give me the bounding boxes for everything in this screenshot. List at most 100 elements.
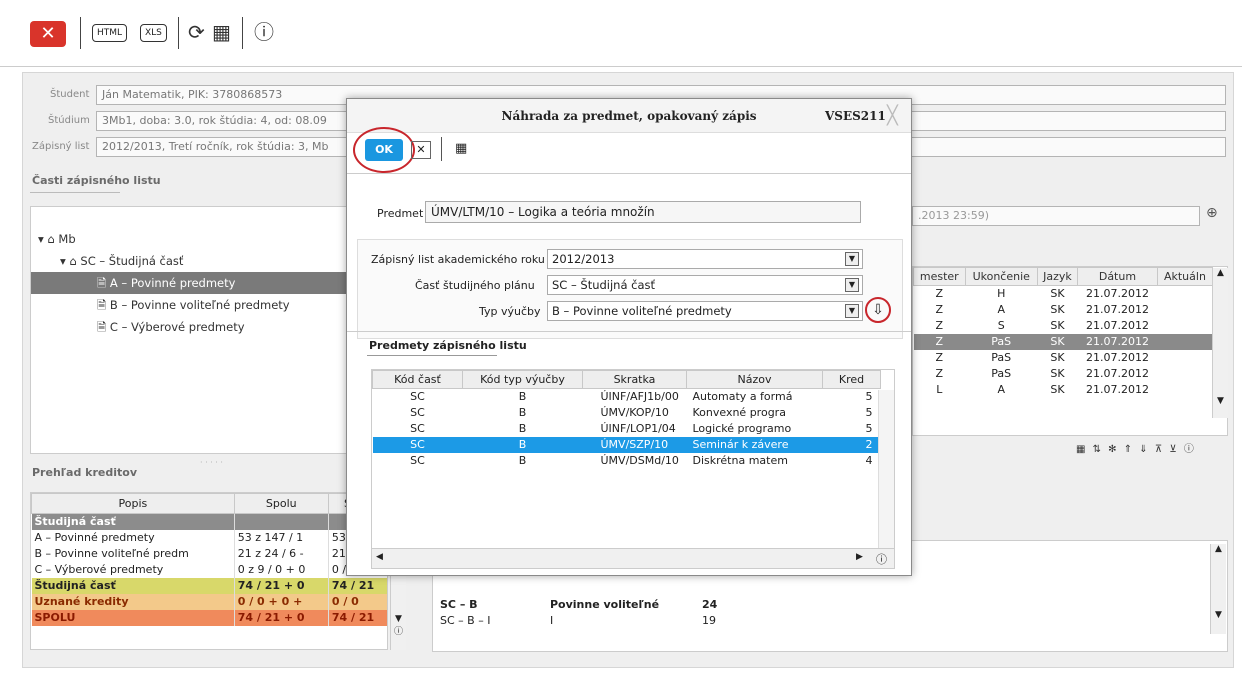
table-cell: Študijná časť: [31, 577, 235, 594]
table-cell: SK: [1050, 383, 1065, 396]
typ-select[interactable]: B – Povinne voliteľné predmety: [547, 301, 863, 321]
divider: [367, 355, 497, 356]
credits-title: Prehľad kreditov: [32, 466, 138, 479]
info-icon[interactable]: ⓘ: [391, 624, 406, 637]
table-row[interactable]: Z PaS SK 21.07.2012: [913, 333, 1213, 350]
toolbar-separator: [441, 137, 442, 161]
expand-icon: ▾ ⌂: [38, 232, 59, 246]
arrow-up-icon[interactable]: ▲: [1213, 268, 1228, 278]
table-cell: Z: [935, 351, 944, 364]
grid-column-header[interactable]: Ukončenie: [964, 267, 1038, 286]
col-kredity[interactable]: Kred: [822, 370, 881, 389]
table-cell: 74 / 21 + 0: [234, 609, 329, 626]
tree-item-sc[interactable]: ▾ ⌂ SC – Študijná časť: [60, 250, 183, 272]
export-html-icon[interactable]: HTML: [92, 24, 128, 42]
chevron-down-icon[interactable]: ▼: [845, 304, 859, 318]
table-row[interactable]: Z A SK 21.07.2012: [914, 302, 1213, 318]
info-icon[interactable]: ⓘ: [254, 20, 274, 44]
col-skratka[interactable]: Skratka: [582, 370, 687, 389]
info-icon[interactable]: ⓘ: [876, 551, 887, 567]
table-cell: SK: [1050, 303, 1065, 316]
table-row[interactable]: A – Povinné predmety53 z 147 / 153 / 1: [31, 529, 387, 546]
arrow-down-icon[interactable]: ▼: [1213, 396, 1228, 406]
table-row[interactable]: B – Povinne voliteľné predm 21 z 24 / 6 -…: [31, 545, 387, 562]
table-row[interactable]: SC B ÚMV/SZP/10 Seminár k závere 2: [372, 436, 881, 453]
rok-select[interactable]: 2012/2013: [547, 249, 863, 269]
export-xls-icon[interactable]: XLS: [140, 24, 167, 42]
table-row[interactable]: SC – B Povinne voliteľné 24: [440, 598, 1190, 614]
table-cell: B: [518, 422, 527, 435]
table-row[interactable]: SC B ÚINF/LOP1/04 Logické programo 5: [373, 421, 881, 437]
grid-icon[interactable]: ▦: [455, 141, 467, 156]
table-cell: 0 z 9 / 0 + 0: [234, 561, 329, 578]
table-row[interactable]: Z S SK 21.07.2012: [914, 318, 1213, 334]
toolbar-separator: [242, 17, 243, 49]
table-row[interactable]: Študijná časť: [31, 513, 387, 530]
arrow-right-icon[interactable]: ▶: [856, 552, 863, 562]
scrollbar[interactable]: ▲ ▼: [1212, 268, 1228, 418]
table-row[interactable]: Z PaS SK 21.07.2012: [914, 366, 1213, 382]
close-icon[interactable]: ✕: [30, 21, 66, 47]
scrollbar[interactable]: [878, 390, 894, 548]
bottom-rows: SC – B Povinne voliteľné 24 SC – B – I I 19: [440, 598, 1190, 630]
table-cell: SK: [1037, 333, 1078, 350]
arrow-down-icon[interactable]: ▼: [1211, 610, 1226, 620]
col-nazov[interactable]: Názov: [686, 370, 823, 389]
table-row[interactable]: SC B ÚINF/AFJ1b/00 Automaty a formá 5: [373, 389, 881, 405]
document-icon: 🗎: [97, 320, 110, 334]
col-kod-typ[interactable]: Kód typ výučby: [462, 370, 583, 389]
col-spolu[interactable]: Spolu: [233, 493, 329, 514]
grid-column-header[interactable]: mester: [913, 267, 966, 286]
table-row[interactable]: Z PaS SK 21.07.2012: [914, 350, 1213, 366]
table-row[interactable]: SC – B – I I 19: [440, 614, 1190, 630]
tree-item-b[interactable]: 🗎 B – Povinne voliteľné predmety: [97, 294, 290, 316]
table-cell: B: [518, 390, 527, 404]
grid-icon[interactable]: ▦: [212, 20, 231, 44]
table-row[interactable]: Študijná časť 74 / 21 + 0 74 / 21: [31, 577, 387, 594]
table-cell: PaS: [965, 333, 1038, 350]
toolbar-separator: [178, 17, 179, 49]
arrow-left-icon[interactable]: ◀: [376, 552, 383, 562]
right-grid-panel: mester Ukončenie Jazyk Dátum Aktuáln Z H SK 21.…: [912, 266, 1228, 436]
tree-item-mb[interactable]: ▾ ⌂ Mb: [38, 228, 76, 250]
grid-column-header[interactable]: Aktuáln: [1156, 267, 1214, 286]
grid-column-header[interactable]: Dátum: [1077, 267, 1158, 286]
col-kod-cast[interactable]: Kód časť: [372, 370, 463, 389]
arrow-down-icon[interactable]: ⇩: [865, 297, 891, 323]
table-row[interactable]: L A SK 21.07.2012: [914, 382, 1213, 398]
table-row[interactable]: C – Výberové predmety 0 z 9 / 0 + 00 / 0: [31, 561, 387, 578]
table-cell: B – Povinne voliteľné predm: [31, 545, 235, 562]
horizontal-scrollbar[interactable]: ◀ ▶ ⓘ: [372, 548, 894, 568]
close-icon[interactable]: ╳: [887, 105, 898, 126]
chevron-down-icon[interactable]: ▼: [845, 278, 859, 292]
grid-column-header[interactable]: Jazyk: [1036, 267, 1079, 286]
dialog: Náhrada za predmet, opakovaný zápis VSES…: [346, 98, 912, 576]
highlight-circle: [353, 127, 415, 173]
table-row[interactable]: SC B ÚMV/DSMd/10 Diskrétna matem 4: [373, 453, 881, 469]
table-cell: SC: [410, 454, 425, 467]
table-row[interactable]: Uznané kredity 0 / 0 + 0 + 0 / 0: [31, 593, 387, 610]
table-cell: Z: [935, 287, 944, 301]
zoom-icon[interactable]: ⊕: [1206, 205, 1218, 221]
toolbar-separator: [80, 17, 81, 49]
cast-select[interactable]: SC – Študijná časť: [547, 275, 863, 295]
rok-label: Zápisný list akademického roku: [371, 253, 545, 266]
table-cell: SK: [1050, 319, 1065, 332]
col-popis[interactable]: Popis: [31, 493, 235, 514]
splitter-handle[interactable]: · · · · ·: [200, 458, 223, 467]
table-cell: PaS: [991, 351, 1012, 364]
cancel-icon[interactable]: ✕: [411, 141, 431, 159]
arrow-down-icon[interactable]: ▼: [391, 614, 406, 624]
table-row[interactable]: SC B ÚMV/KOP/10 Konvexné progra 5: [373, 405, 881, 421]
table-cell: Diskrétna matem: [692, 454, 788, 467]
table-row[interactable]: SPOLU 74 / 21 + 0 74 / 21: [31, 609, 387, 626]
scrollbar[interactable]: ▲ ▼: [1210, 544, 1226, 634]
arrow-up-icon[interactable]: ▲: [1211, 544, 1226, 554]
table-row[interactable]: Z H SK 21.07.2012: [914, 286, 1213, 302]
grid-tools[interactable]: ▦ ⇅ ✻ ⇑ ⇓ ⊼ ⊻ ⓘ: [1076, 440, 1196, 455]
refresh-icon[interactable]: ⟳: [188, 20, 205, 44]
tree-item-c[interactable]: 🗎 C – Výberové predmety: [97, 316, 245, 338]
table-cell: Z: [913, 333, 966, 350]
subjects-grid: Kód časť Kód typ výučby Skratka Názov Kr…: [372, 370, 881, 469]
chevron-down-icon[interactable]: ▼: [845, 252, 859, 266]
